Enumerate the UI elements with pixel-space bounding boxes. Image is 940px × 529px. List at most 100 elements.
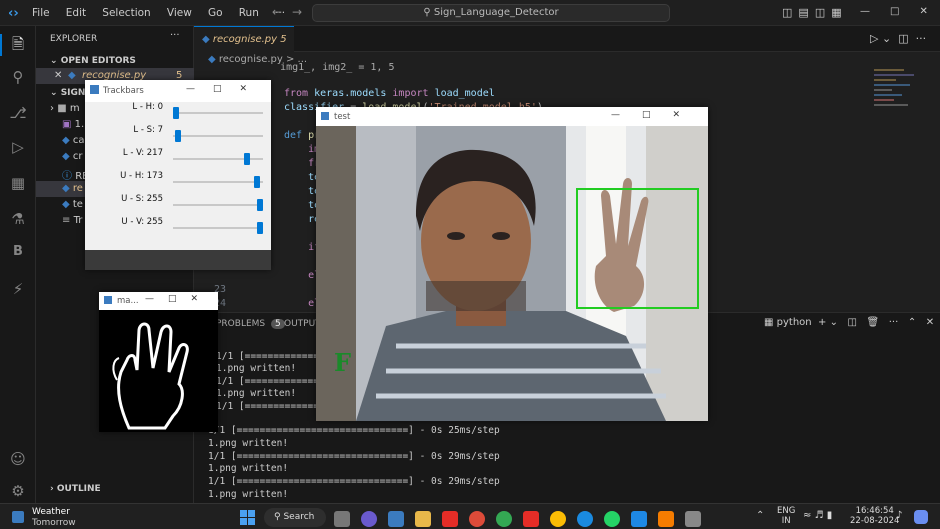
- back-arrow-icon[interactable]: ←: [272, 5, 282, 19]
- test-titlebar[interactable]: test —□✕: [316, 107, 708, 126]
- toggle-sidebar-icon[interactable]: ◫: [782, 6, 798, 19]
- new-terminal-icon[interactable]: +: [818, 317, 826, 328]
- trackbars-titlebar[interactable]: Trackbars —□✕: [85, 80, 271, 102]
- minimize-icon[interactable]: —: [186, 84, 213, 94]
- extensions-icon[interactable]: ▦: [0, 174, 36, 196]
- close-icon[interactable]: ✕: [54, 70, 62, 81]
- minimize-icon[interactable]: —: [611, 110, 642, 120]
- file-item[interactable]: ≡ Tr: [62, 215, 82, 226]
- youtube-icon[interactable]: [442, 511, 458, 527]
- close-icon[interactable]: ✕: [239, 84, 265, 94]
- trackbar-track[interactable]: [173, 176, 263, 188]
- trackbar-thumb[interactable]: [257, 222, 263, 234]
- menu-view[interactable]: View: [167, 7, 192, 19]
- tab-recognise[interactable]: ◆ recognise.py 5 ✕: [194, 26, 294, 71]
- maximize-icon[interactable]: □: [168, 294, 191, 304]
- close-icon[interactable]: ✕: [190, 294, 212, 304]
- menu-run[interactable]: Run: [239, 7, 259, 19]
- trash-icon[interactable]: 🗑: [867, 317, 880, 328]
- chevron-down-icon[interactable]: ⌄: [830, 317, 838, 328]
- notification-bell-icon[interactable]: ♪: [896, 510, 902, 521]
- trackbar-thumb[interactable]: [254, 176, 260, 188]
- taskbar-search[interactable]: ⚲ Search: [264, 508, 326, 527]
- menu-file[interactable]: File: [32, 7, 50, 19]
- vscode-icon[interactable]: [631, 511, 647, 527]
- close-icon[interactable]: ✕: [919, 6, 927, 17]
- maximize-icon[interactable]: □: [213, 84, 240, 94]
- trackbar-thumb[interactable]: [244, 153, 250, 165]
- clock[interactable]: 16:46:54 22-08-2024: [850, 506, 899, 526]
- run-icon[interactable]: ▷: [870, 32, 878, 45]
- task-view-icon[interactable]: [334, 511, 350, 527]
- close-panel-icon[interactable]: ✕: [926, 317, 934, 328]
- maximize-panel-icon[interactable]: ⌃: [908, 317, 916, 328]
- menu-go[interactable]: Go: [208, 7, 223, 19]
- split-terminal-icon[interactable]: ◫: [848, 317, 857, 328]
- testing-icon[interactable]: ⚗: [0, 210, 36, 232]
- opencv-window-icon[interactable]: [685, 511, 701, 527]
- thunder-icon[interactable]: ⚡: [0, 280, 36, 302]
- chrome-icon[interactable]: [469, 511, 485, 527]
- more-actions-icon[interactable]: ···: [916, 32, 927, 45]
- account-icon[interactable]: ☺: [0, 450, 36, 472]
- xampp-icon[interactable]: [658, 511, 674, 527]
- trackbar-track[interactable]: [173, 107, 263, 119]
- file-item[interactable]: ◆ cr: [62, 151, 83, 162]
- more-actions-icon[interactable]: ···: [889, 317, 899, 328]
- trackbar-thumb[interactable]: [257, 199, 263, 211]
- bold-b-icon[interactable]: B: [0, 244, 36, 266]
- minimize-icon[interactable]: —: [860, 6, 870, 17]
- split-editor-icon[interactable]: ◫: [898, 32, 908, 45]
- code-line: img1_, img2_ = 1, 5: [256, 62, 395, 73]
- command-center-search[interactable]: ⚲ Sign_Language_Detector: [312, 4, 670, 22]
- forward-arrow-icon[interactable]: →: [292, 5, 302, 19]
- widgets-icon[interactable]: [388, 511, 404, 527]
- search-view-icon[interactable]: ⚲: [0, 68, 36, 90]
- chrome-icon[interactable]: [550, 511, 566, 527]
- outline-header[interactable]: › OUTLINE: [50, 484, 101, 494]
- youtube-icon[interactable]: [523, 511, 539, 527]
- trackbar-thumb[interactable]: [175, 130, 181, 142]
- editor-tabs: ▷ ⌄ ◫ ···: [194, 26, 940, 52]
- menu-selection[interactable]: Selection: [102, 7, 150, 19]
- whatsapp-icon[interactable]: [604, 511, 620, 527]
- file-item[interactable]: ◆ te: [62, 199, 83, 210]
- manage-gear-icon[interactable]: ⚙: [0, 482, 36, 504]
- explorer-more-icon[interactable]: ···: [170, 30, 180, 41]
- tab-problems[interactable]: PROBLEMS 5: [216, 319, 285, 329]
- start-button[interactable]: [240, 510, 256, 526]
- file-item[interactable]: ▣ 1.: [62, 119, 84, 130]
- source-control-icon[interactable]: ⎇: [0, 104, 36, 126]
- toggle-secondary-sidebar-icon[interactable]: ◫: [815, 6, 831, 19]
- file-explorer-icon[interactable]: [415, 511, 431, 527]
- terminal-kind[interactable]: python: [777, 317, 812, 328]
- open-editors-header[interactable]: ⌄ OPEN EDITORS: [50, 56, 136, 66]
- trackbar-track[interactable]: [173, 153, 263, 165]
- trackbar-track[interactable]: [173, 222, 263, 234]
- file-item[interactable]: ◆ ca: [62, 135, 85, 146]
- chat-icon[interactable]: [361, 511, 377, 527]
- clock-time: 16:46:54: [855, 506, 894, 516]
- trackbar-track[interactable]: [173, 199, 263, 211]
- mask-titlebar[interactable]: ma... —□✕: [99, 292, 218, 310]
- file-item[interactable]: › ■ m: [50, 103, 80, 114]
- close-icon[interactable]: ✕: [672, 110, 702, 120]
- tray-chevron-icon[interactable]: ⌃: [756, 510, 764, 521]
- chrome-icon[interactable]: [496, 511, 512, 527]
- chevron-down-icon[interactable]: ⌄: [882, 32, 891, 45]
- explorer-icon[interactable]: 🗎: [0, 34, 36, 56]
- minimize-icon[interactable]: —: [145, 294, 168, 304]
- maximize-icon[interactable]: □: [890, 6, 899, 17]
- toggle-panel-icon[interactable]: ▤: [798, 6, 814, 19]
- edge-icon[interactable]: [577, 511, 593, 527]
- trackbar-thumb[interactable]: [173, 107, 179, 119]
- run-debug-icon[interactable]: ▷: [0, 138, 36, 160]
- copilot-icon[interactable]: [914, 510, 928, 524]
- customize-layout-icon[interactable]: ▦: [831, 6, 847, 19]
- trackbar-track[interactable]: [173, 130, 263, 142]
- language-indicator[interactable]: ENG IN: [777, 506, 795, 526]
- minimap[interactable]: [874, 66, 926, 196]
- tray-icons[interactable]: ≈ ♬ ▮: [803, 510, 832, 521]
- maximize-icon[interactable]: □: [642, 110, 673, 120]
- menu-edit[interactable]: Edit: [66, 7, 86, 19]
